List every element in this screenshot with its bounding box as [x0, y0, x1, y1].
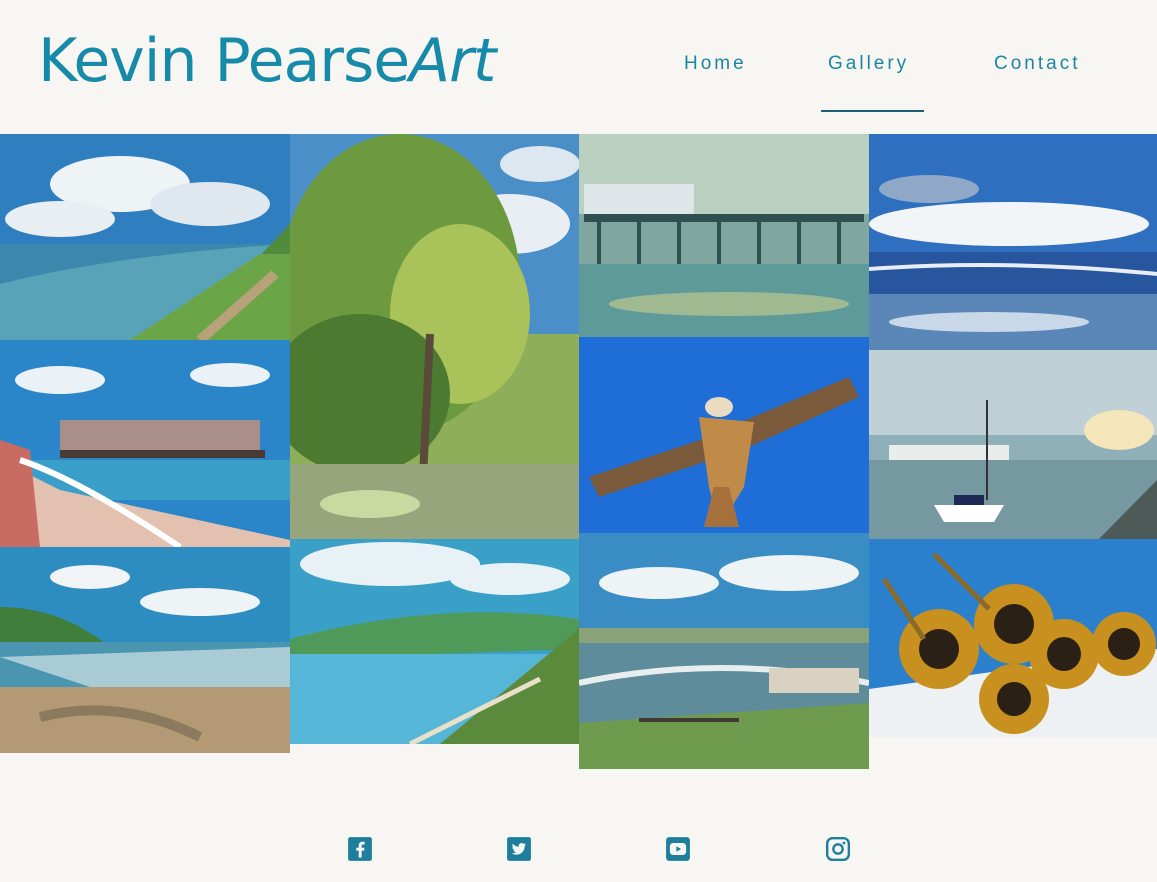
active-nav-underline	[821, 110, 924, 112]
youtube-icon[interactable]	[665, 836, 691, 862]
painting-trees-sea[interactable]	[290, 134, 579, 539]
painting-harbour-boats[interactable]	[869, 350, 1157, 539]
painting-red-kite[interactable]	[579, 337, 869, 533]
facebook-icon[interactable]	[347, 836, 373, 862]
site-logo[interactable]: Kevin PearseArt	[38, 24, 496, 98]
twitter-icon[interactable]	[506, 836, 532, 862]
painting-pier-promenade[interactable]	[0, 340, 290, 547]
logo-name: Kevin Pearse	[38, 26, 410, 96]
painting-sunflowers[interactable]	[869, 539, 1157, 737]
instagram-icon[interactable]	[825, 836, 851, 862]
painting-shoreline-groynes[interactable]	[579, 533, 869, 769]
painting-coastal-path[interactable]	[0, 134, 290, 340]
painting-beach-cliffs[interactable]	[0, 547, 290, 753]
painting-bay-view[interactable]	[290, 539, 579, 744]
painting-old-pier[interactable]	[579, 134, 869, 337]
nav-gallery[interactable]: Gallery	[828, 52, 909, 76]
logo-art: Art	[409, 26, 496, 96]
painting-sea-clouds[interactable]	[869, 134, 1157, 350]
nav-contact[interactable]: Contact	[994, 52, 1080, 76]
site-header: Kevin PearseArt Home Gallery Contact	[0, 0, 1157, 134]
nav-home[interactable]: Home	[684, 52, 747, 76]
